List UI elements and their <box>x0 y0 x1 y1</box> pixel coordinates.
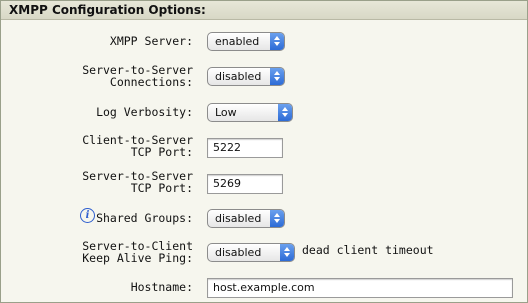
shared-groups-value: disabled <box>215 212 262 225</box>
select-arrows-icon <box>270 33 284 50</box>
keepalive-row: Server-to-Client Keep Alive Ping: disabl… <box>1 240 527 266</box>
hostname-label: Hostname: <box>130 280 193 294</box>
shared-groups-row: i Shared Groups: disabled <box>1 208 527 228</box>
xmpp-server-label: XMPP Server: <box>109 34 193 48</box>
log-verbosity-select[interactable]: Low <box>207 103 293 122</box>
xmpp-server-select[interactable]: enabled <box>207 32 285 51</box>
xmpp-server-value: enabled <box>215 35 260 48</box>
select-arrows-icon <box>270 68 284 85</box>
log-verbosity-value: Low <box>215 106 237 119</box>
s2s-connections-select[interactable]: disabled <box>207 67 285 86</box>
c2s-port-input[interactable]: 5222 <box>207 138 283 158</box>
hostname-input[interactable]: host.example.com <box>207 278 513 298</box>
select-arrows-icon <box>280 244 294 261</box>
c2s-port-row: Client-to-Server TCP Port: 5222 <box>1 134 527 160</box>
keepalive-label-line2: Keep Alive Ping: <box>82 251 193 265</box>
shared-groups-label: Shared Groups: <box>96 211 193 225</box>
keepalive-select[interactable]: disabled <box>207 243 295 262</box>
panel-title: XMPP Configuration Options: <box>9 3 206 17</box>
hostname-value: host.example.com <box>213 281 315 294</box>
c2s-port-label-line2: TCP Port: <box>130 145 193 159</box>
keepalive-suffix: dead client timeout <box>302 243 434 257</box>
log-verbosity-row: Log Verbosity: Low <box>1 102 527 122</box>
select-arrows-icon <box>270 210 284 227</box>
keepalive-value: disabled <box>215 246 262 259</box>
shared-groups-select[interactable]: disabled <box>207 209 285 228</box>
s2s-port-label-line2: TCP Port: <box>130 181 193 195</box>
s2s-port-input[interactable]: 5269 <box>207 174 283 194</box>
s2s-connections-row: Server-to-Server Connections: disabled <box>1 64 527 90</box>
s2s-connections-value: disabled <box>215 70 262 83</box>
panel-header: XMPP Configuration Options: <box>1 1 527 20</box>
s2s-label-line2: Connections: <box>109 75 193 89</box>
c2s-port-value: 5222 <box>213 141 241 154</box>
log-verbosity-label: Log Verbosity: <box>96 105 193 119</box>
s2s-port-value: 5269 <box>213 177 241 190</box>
hostname-row: Hostname: host.example.com <box>1 277 527 299</box>
xmpp-server-row: XMPP Server: enabled <box>1 32 527 52</box>
s2s-port-row: Server-to-Server TCP Port: 5269 <box>1 170 527 196</box>
info-icon[interactable]: i <box>80 208 95 223</box>
select-arrows-icon <box>278 104 292 121</box>
xmpp-config-panel: XMPP Configuration Options: XMPP Server:… <box>0 0 528 303</box>
